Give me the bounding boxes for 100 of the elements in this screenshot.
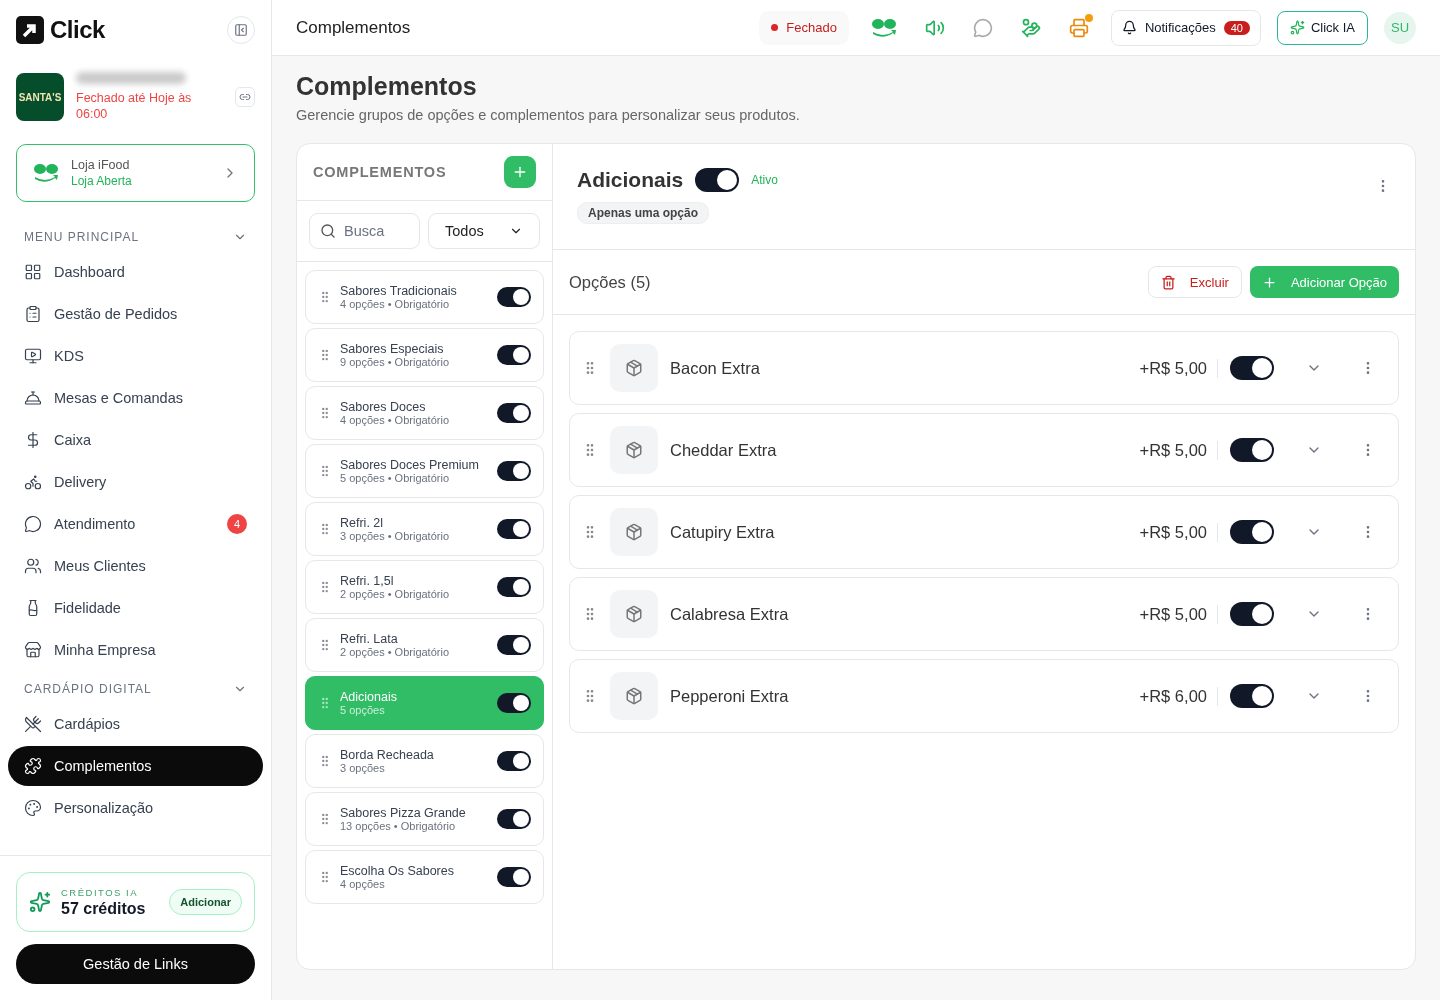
printer-icon bbox=[1068, 17, 1089, 38]
plus-icon bbox=[1261, 274, 1277, 290]
group-meta: 4 opções • Obrigatório bbox=[340, 414, 450, 426]
groups-title: COMPLEMENTOS bbox=[313, 164, 447, 180]
group-name: Escolha Os Sabores bbox=[340, 864, 454, 878]
nav-item[interactable]: Delivery bbox=[8, 462, 263, 502]
toggle-switch[interactable] bbox=[497, 403, 531, 423]
add-group-button[interactable] bbox=[504, 156, 536, 188]
package-icon bbox=[625, 523, 643, 541]
hand-coins-icon bbox=[1020, 17, 1041, 38]
brand-name: Click bbox=[50, 16, 105, 44]
notifications-button[interactable]: Notificações 40 bbox=[1110, 9, 1261, 46]
collapse-sidebar-button[interactable] bbox=[227, 16, 255, 44]
group-item[interactable]: Sabores Doces 4 opções • Obrigatório bbox=[305, 386, 544, 440]
bike-icon bbox=[24, 473, 42, 491]
group-meta: 13 opções • Obrigatório bbox=[340, 820, 457, 832]
logo-icon bbox=[16, 16, 44, 44]
option-price: +R$ 5,00 bbox=[1139, 604, 1218, 624]
toggle-switch[interactable] bbox=[497, 751, 531, 771]
ifood-store-card[interactable]: Loja iFood Loja Aberta bbox=[16, 144, 255, 202]
toggle-switch[interactable] bbox=[497, 577, 531, 597]
group-item[interactable]: Sabores Tradicionais 4 opções • Obrigatório bbox=[305, 270, 544, 324]
toggle-switch[interactable] bbox=[1230, 356, 1274, 380]
puzzle-icon bbox=[24, 757, 42, 775]
links-button[interactable]: Gestão de Links bbox=[16, 944, 255, 984]
nav-item[interactable]: Gestão de Pedidos bbox=[8, 294, 263, 334]
toggle-switch[interactable] bbox=[1230, 438, 1274, 462]
ai-button[interactable]: Click IA bbox=[1276, 10, 1368, 45]
group-name: Refri. 2l bbox=[340, 516, 385, 530]
nav-item[interactable]: Mesas e Comandas bbox=[8, 378, 263, 418]
group-name: Borda Recheada bbox=[340, 748, 434, 762]
package-icon bbox=[625, 359, 643, 377]
toggle-switch[interactable] bbox=[497, 519, 531, 539]
option-name: Calabresa Extra bbox=[670, 604, 790, 624]
option-price: +R$ 5,00 bbox=[1139, 358, 1218, 378]
nav-item[interactable]: KDS bbox=[8, 336, 263, 376]
group-item[interactable]: Borda Recheada 3 opções bbox=[305, 734, 544, 788]
group-item[interactable]: Sabores Doces Premium 5 opções • Obrigatório bbox=[305, 444, 544, 498]
group-meta: 9 opções • Obrigatório bbox=[340, 356, 450, 368]
chat-icon bbox=[24, 515, 42, 533]
sparkles-icon bbox=[29, 891, 51, 913]
toggle-switch[interactable] bbox=[497, 345, 531, 365]
link-button[interactable] bbox=[235, 87, 255, 107]
nav-item[interactable]: Caixa bbox=[8, 420, 263, 460]
nav-item[interactable]: Dashboard bbox=[8, 252, 263, 292]
group-item[interactable]: Sabores Especiais 9 opções • Obrigatório bbox=[305, 328, 544, 382]
group-meta: 3 opções • Obrigatório bbox=[340, 530, 450, 542]
nav-item[interactable]: Personalização bbox=[8, 788, 263, 828]
group-item[interactable]: Escolha Os Sabores 4 opções bbox=[305, 850, 544, 904]
toggle-switch[interactable] bbox=[497, 867, 531, 887]
nav-item[interactable]: Minha Empresa bbox=[8, 630, 263, 670]
users-icon bbox=[24, 557, 42, 575]
group-name: Refri. 1,5l bbox=[340, 574, 395, 588]
toggle-switch[interactable] bbox=[497, 461, 531, 481]
toggle-switch[interactable] bbox=[1230, 520, 1274, 544]
bell-icon bbox=[1121, 20, 1137, 35]
toggle-switch[interactable] bbox=[1230, 602, 1274, 626]
group-item[interactable]: Refri. 2l 3 opções • Obrigatório bbox=[305, 502, 544, 556]
store-status-pill: Fechado bbox=[759, 10, 849, 45]
nav-item[interactable]: Cardápios bbox=[8, 704, 263, 744]
group-meta: 5 opções • Obrigatório bbox=[340, 472, 451, 484]
clipboard-icon bbox=[24, 305, 42, 323]
delete-button[interactable]: Excluir bbox=[1147, 266, 1242, 298]
toggle-switch[interactable] bbox=[497, 693, 531, 713]
group-name: Sabores Doces bbox=[340, 400, 427, 414]
nav-item[interactable]: Fidelidade bbox=[8, 588, 263, 628]
selection-tag: Apenas uma opção bbox=[577, 202, 710, 224]
toggle-switch[interactable] bbox=[1230, 684, 1274, 708]
panel-icon bbox=[234, 23, 248, 37]
nav-section-header[interactable]: MENU PRINCIPAL bbox=[8, 222, 263, 252]
grid-icon bbox=[24, 263, 42, 281]
toggle-switch[interactable] bbox=[497, 809, 531, 829]
toggle-switch[interactable] bbox=[497, 635, 531, 655]
toggle-switch[interactable] bbox=[497, 287, 531, 307]
palette-icon bbox=[24, 799, 42, 817]
monitor-icon bbox=[24, 347, 42, 365]
option-price: +R$ 5,00 bbox=[1139, 440, 1218, 460]
search-icon bbox=[320, 223, 336, 239]
group-status: Ativo bbox=[751, 173, 778, 187]
option-name: Cheddar Extra bbox=[670, 440, 778, 460]
utensils-icon bbox=[24, 715, 42, 733]
group-meta: 2 opções • Obrigatório bbox=[340, 588, 450, 600]
add-credits-button[interactable]: Adicionar bbox=[169, 889, 242, 915]
option-name: Bacon Extra bbox=[670, 358, 761, 378]
nav-item[interactable]: Meus Clientes bbox=[8, 546, 263, 586]
nav-item[interactable]: Atendimento 4 bbox=[8, 504, 263, 544]
option-price: +R$ 5,00 bbox=[1139, 522, 1218, 542]
group-item[interactable]: Refri. 1,5l 2 opções • Obrigatório bbox=[305, 560, 544, 614]
trash-icon bbox=[1160, 274, 1176, 290]
search-field[interactable]: Busca bbox=[309, 213, 420, 249]
nav-section-header[interactable]: CARDÁPIO DIGITAL bbox=[8, 674, 263, 704]
toggle-switch[interactable] bbox=[695, 168, 740, 192]
group-title: Adicionais bbox=[577, 168, 684, 192]
group-meta: 2 opções • Obrigatório bbox=[340, 646, 450, 658]
group-item[interactable]: Refri. Lata 2 opções • Obrigatório bbox=[305, 618, 544, 672]
credits-label: CRÉDITOS IA bbox=[61, 886, 140, 898]
group-name: Sabores Tradicionais bbox=[340, 284, 457, 298]
group-item[interactable]: Sabores Pizza Grande 13 opções • Obrigatório bbox=[305, 792, 544, 846]
nav-item[interactable]: Complementos bbox=[8, 746, 263, 786]
filter-select[interactable]: Todos bbox=[428, 213, 540, 249]
